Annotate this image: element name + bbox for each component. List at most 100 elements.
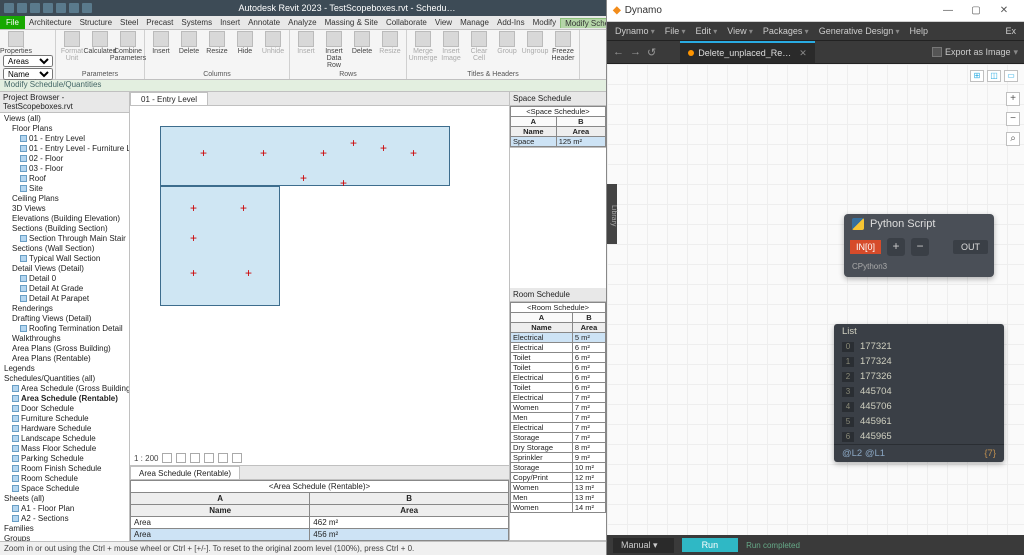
tree-item[interactable]: Sections (Wall Section) xyxy=(2,244,127,254)
tree-item[interactable]: Families xyxy=(2,524,127,534)
close-tab-icon[interactable]: ✕ xyxy=(799,48,807,59)
type-name[interactable]: Name xyxy=(3,68,53,80)
tab-structure[interactable]: Structure xyxy=(76,18,116,27)
shadows-icon[interactable] xyxy=(204,453,214,463)
area-schedule-table[interactable]: <Area Schedule (Rentable)> AB NameArea A… xyxy=(130,480,509,541)
project-browser[interactable]: Project Browser - TestScopeboxes.rvt Vie… xyxy=(0,92,130,541)
tree-item[interactable]: Mass Floor Schedule xyxy=(2,444,127,454)
tree-item[interactable]: Area Plans (Rentable) xyxy=(2,354,127,364)
table-row[interactable]: Electrical7 m² xyxy=(511,423,606,433)
menu-gendesign[interactable]: Generative Design xyxy=(819,26,900,36)
table-row[interactable]: Men13 m² xyxy=(511,493,606,503)
run-button[interactable]: Run xyxy=(682,538,739,552)
node-input-port[interactable]: IN[0] xyxy=(850,240,881,254)
tab-file[interactable]: File xyxy=(0,16,25,29)
graph-view-icon[interactable]: ⊞ xyxy=(970,70,984,82)
table-row[interactable]: Sprinkler9 m² xyxy=(511,453,606,463)
minimize-icon[interactable]: — xyxy=(934,5,962,16)
export-image-button[interactable]: Export as Image ▾ xyxy=(932,47,1018,58)
tree-item[interactable]: 3D Views xyxy=(2,204,127,214)
tree-item[interactable]: Groups xyxy=(2,534,127,541)
tree-item[interactable]: Door Schedule xyxy=(2,404,127,414)
detail-level-icon[interactable] xyxy=(162,453,172,463)
tree-item[interactable]: Roofing Termination Detail xyxy=(2,324,127,334)
table-row[interactable]: Electrical7 m² xyxy=(511,393,606,403)
tab-architecture[interactable]: Architecture xyxy=(25,18,76,27)
menu-edit[interactable]: Edit xyxy=(696,26,718,36)
run-mode-select[interactable]: Manual ▾ xyxy=(613,538,674,553)
nav-home-icon[interactable]: ↺ xyxy=(647,46,656,59)
tree-item[interactable]: Walkthroughs xyxy=(2,334,127,344)
tree-item[interactable]: Area Schedule (Rentable) xyxy=(2,394,127,404)
visual-style-icon[interactable] xyxy=(176,453,186,463)
table-row[interactable]: Storage7 m² xyxy=(511,433,606,443)
tree-item[interactable]: Detail Views (Detail) xyxy=(2,264,127,274)
menu-packages[interactable]: Packages xyxy=(763,26,809,36)
tree-item[interactable]: Drafting Views (Detail) xyxy=(2,314,127,324)
tree-item[interactable]: Detail 0 xyxy=(2,274,127,284)
close-icon[interactable]: ✕ xyxy=(990,5,1018,16)
watch-output[interactable]: List 01773211177324217732634457044445706… xyxy=(834,324,1004,462)
table-row[interactable]: Toilet6 m² xyxy=(511,383,606,393)
col-hide[interactable]: Hide xyxy=(232,31,258,55)
menu-dynamo[interactable]: Dynamo xyxy=(615,26,655,36)
tree-item[interactable]: 03 - Floor xyxy=(2,164,127,174)
dynamo-titlebar[interactable]: ◆ Dynamo — ▢ ✕ xyxy=(607,0,1024,22)
tree-item[interactable]: Detail At Grade xyxy=(2,284,127,294)
col-insert[interactable]: Insert xyxy=(148,31,174,55)
tree-item[interactable]: Roof xyxy=(2,174,127,184)
menu-view[interactable]: View xyxy=(727,26,753,36)
project-browser-tree[interactable]: Views (all)Floor Plans01 - Entry Level01… xyxy=(0,113,129,541)
tree-item[interactable]: 01 - Entry Level - Furniture L xyxy=(2,144,127,154)
tab-addins[interactable]: Add-Ins xyxy=(493,18,529,27)
table-row[interactable]: Men7 m² xyxy=(511,413,606,423)
view-tabs[interactable]: 01 - Entry Level xyxy=(130,92,509,106)
tree-item[interactable]: Parking Schedule xyxy=(2,454,127,464)
tree-item[interactable]: Space Schedule xyxy=(2,484,127,494)
room-schedule[interactable]: Room Schedule <Room Schedule> AB NameAre… xyxy=(510,288,606,541)
tree-item[interactable]: Room Schedule xyxy=(2,474,127,484)
tree-item[interactable]: Views (all) xyxy=(2,114,127,124)
tree-item[interactable]: Sections (Building Section) xyxy=(2,224,127,234)
view-control-bar[interactable]: 1 : 200 xyxy=(134,453,242,463)
tab-analyze[interactable]: Analyze xyxy=(284,18,320,27)
tree-item[interactable]: Landscape Schedule xyxy=(2,434,127,444)
tree-item[interactable]: Furniture Schedule xyxy=(2,414,127,424)
zoom-out-icon[interactable]: − xyxy=(1006,112,1020,126)
dynamo-canvas[interactable]: ⊞ ◫ ▭ + − ⌕ Library Python Script IN[0] … xyxy=(607,64,1024,535)
dynamo-menubar[interactable]: Dynamo File Edit View Packages Generativ… xyxy=(607,22,1024,40)
zoom-in-icon[interactable]: + xyxy=(1006,92,1020,106)
tree-item[interactable]: Detail At Parapet xyxy=(2,294,127,304)
menu-help[interactable]: Help xyxy=(909,26,928,36)
dynamo-doc-tab[interactable]: Delete_unplaced_Re… ✕ xyxy=(680,41,815,63)
freeze-header[interactable]: Freeze Header xyxy=(550,31,576,62)
nav-fwd-icon[interactable]: → xyxy=(630,46,641,59)
library-panel-handle[interactable]: Library xyxy=(607,184,617,244)
tab-view[interactable]: View xyxy=(431,18,456,27)
table-row[interactable]: Copy/Print12 m² xyxy=(511,473,606,483)
tab-annotate[interactable]: Annotate xyxy=(244,18,284,27)
qat[interactable] xyxy=(4,3,92,13)
tree-item[interactable]: A2 - Sections xyxy=(2,514,127,524)
crop-icon[interactable] xyxy=(218,453,228,463)
row-insert-data[interactable]: Insert Data Row xyxy=(321,31,347,69)
menu-file[interactable]: File xyxy=(665,26,686,36)
tree-item[interactable]: Typical Wall Section xyxy=(2,254,127,264)
tab-insert[interactable]: Insert xyxy=(216,18,244,27)
table-row[interactable]: Dry Storage8 m² xyxy=(511,443,606,453)
sunpath-icon[interactable] xyxy=(190,453,200,463)
tree-item[interactable]: Area Plans (Gross Building) xyxy=(2,344,127,354)
tab-precast[interactable]: Precast xyxy=(142,18,177,27)
3d-view-icon[interactable]: ◫ xyxy=(987,70,1001,82)
tree-item[interactable]: Site xyxy=(2,184,127,194)
table-row[interactable]: Women7 m² xyxy=(511,403,606,413)
col-delete[interactable]: Delete xyxy=(176,31,202,55)
tree-item[interactable]: 02 - Floor xyxy=(2,154,127,164)
tree-item[interactable]: 01 - Entry Level xyxy=(2,134,127,144)
tree-item[interactable]: Sheets (all) xyxy=(2,494,127,504)
plan-view[interactable]: + + + + + + + + + + + + + 1 : 200 xyxy=(130,106,509,465)
zoom-fit-icon[interactable]: ⌕ xyxy=(1006,132,1020,146)
area-schedule-tab[interactable]: Area Schedule (Rentable) xyxy=(130,466,240,479)
table-row[interactable]: Women13 m² xyxy=(511,483,606,493)
watch-level[interactable]: @L2 @L1 xyxy=(842,448,885,459)
